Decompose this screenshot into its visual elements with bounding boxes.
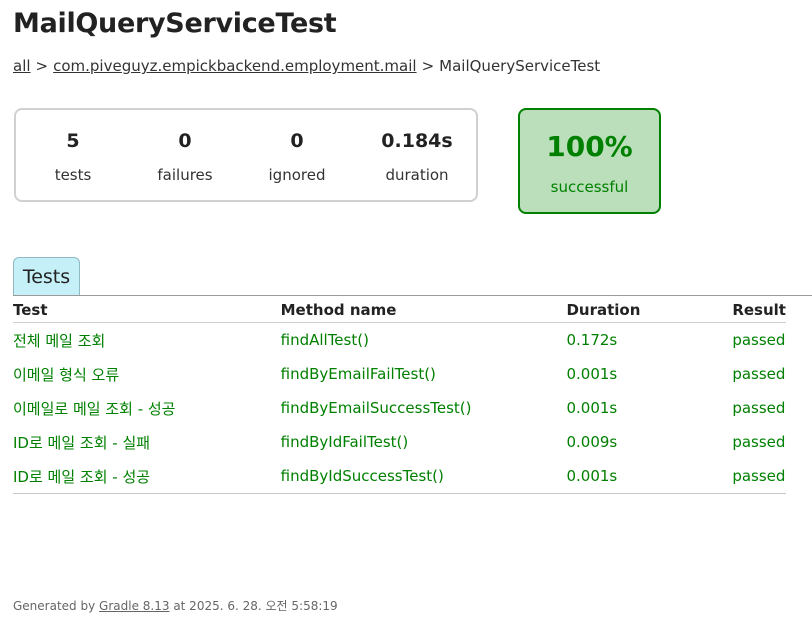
breadcrumb-package-link[interactable]: com.piveguyz.empickbackend.employment.ma… (53, 57, 416, 75)
method-name-cell: findByIdFailTest() (280, 433, 409, 451)
success-rate-value: 100% (546, 130, 633, 163)
column-header-duration: Duration (566, 297, 733, 323)
test-name-cell: 이메일 형식 오류 (13, 365, 120, 384)
table-row: ID로 메일 조회 - 성공 findByIdSuccessTest() 0.0… (13, 459, 786, 494)
success-rate-box: 100% successful (518, 108, 661, 214)
breadcrumb: all > com.piveguyz.empickbackend.employmen… (13, 57, 600, 75)
duration-cell: 0.009s (566, 433, 618, 451)
failures-count: 0 (178, 130, 192, 152)
duration-cell: 0.001s (566, 459, 733, 494)
breadcrumb-separator: > (421, 57, 435, 75)
duration-cell: 0.172s (566, 331, 618, 349)
test-name-cell: 전체 메일 조회 (13, 331, 106, 350)
result-cell: passed (732, 459, 786, 494)
duration-cell: 0.001s (566, 399, 618, 417)
gradle-link[interactable]: Gradle 8.13 (99, 599, 169, 613)
tab-divider (13, 295, 812, 296)
duration-value: 0.184s (381, 130, 453, 152)
method-name-cell: findByEmailFailTest() (280, 365, 436, 383)
footer: Generated by Gradle 8.13 at 2025. 6. 28.… (13, 597, 338, 614)
summary-box: 5 tests 0 failures 0 ignored 0.184s dura… (14, 108, 478, 202)
result-cell: passed (732, 331, 786, 349)
breadcrumb-all-link[interactable]: all (13, 57, 31, 75)
footer-prefix: Generated by (13, 599, 96, 613)
duration-label: duration (385, 166, 449, 184)
breadcrumb-separator: > (35, 57, 49, 75)
result-cell: passed (732, 433, 786, 451)
result-cell: passed (732, 399, 786, 417)
column-header-method: Method name (280, 297, 567, 323)
tests-count: 5 (66, 130, 80, 152)
table-row: 이메일 형식 오류 findByEmailFailTest() 0.001s p… (13, 357, 786, 391)
tab-tests[interactable]: Tests (13, 257, 80, 295)
tests-table: Test Method name Duration Result 전체 메일 조… (13, 297, 786, 494)
success-rate-label: successful (550, 178, 629, 196)
test-name-cell: ID로 메일 조회 - 성공 (13, 459, 281, 494)
breadcrumb-current: MailQueryServiceTest (439, 57, 601, 75)
method-name-cell: findByIdSuccessTest() (280, 459, 567, 494)
page-title: MailQueryServiceTest (13, 8, 337, 39)
duration-cell: 0.001s (566, 365, 618, 383)
table-row: ID로 메일 조회 - 실패 findByIdFailTest() 0.009s… (13, 425, 786, 459)
failures-label: failures (157, 166, 213, 184)
column-header-test: Test (13, 297, 281, 323)
test-name-cell: ID로 메일 조회 - 실패 (13, 433, 151, 452)
method-name-cell: findByEmailSuccessTest() (280, 399, 472, 417)
table-row: 전체 메일 조회 findAllTest() 0.172s passed (13, 323, 786, 358)
footer-timestamp: at 2025. 6. 28. 오전 5:58:19 (173, 599, 338, 613)
column-header-result: Result (732, 297, 786, 323)
test-report-page: MailQueryServiceTest all > com.piveguyz.em… (0, 0, 812, 630)
tests-label: tests (54, 166, 92, 184)
result-cell: passed (732, 365, 786, 383)
ignored-label: ignored (268, 166, 326, 184)
method-name-cell: findAllTest() (280, 331, 369, 349)
table-row: 이메일로 메일 조회 - 성공 findByEmailSuccessTest()… (13, 391, 786, 425)
table-header-row: Test Method name Duration Result (13, 297, 786, 323)
test-name-cell: 이메일로 메일 조회 - 성공 (13, 399, 176, 418)
ignored-count: 0 (290, 130, 304, 152)
